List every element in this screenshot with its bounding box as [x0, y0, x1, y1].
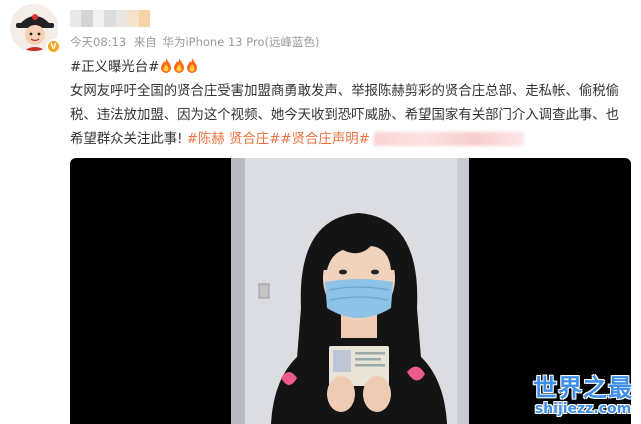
post-time[interactable]: 今天08:13: [70, 35, 126, 49]
hashtag-statement[interactable]: #贤合庄声明#: [280, 132, 369, 147]
post-meta: 今天08:13 来自 华为iPhone 13 Pro(远峰蓝色): [70, 34, 323, 50]
watermark-title: 世界之最: [533, 374, 633, 402]
hashtag-chenhe[interactable]: #陈赫 贤合庄#: [187, 132, 281, 147]
site-watermark: 世界之最 shijiezz.com: [533, 368, 633, 417]
post-text: #正义曝光台# 女网友呼吁全国的贤合庄受害加盟商勇敢发声、举报陈赫剪彩的贤合庄总…: [70, 56, 630, 152]
video-frame: [231, 158, 469, 424]
hashtag-topic[interactable]: #正义曝光台#: [70, 60, 159, 75]
fire-icon: [185, 58, 198, 75]
username-mosaic[interactable]: [70, 10, 150, 27]
post-device[interactable]: 华为iPhone 13 Pro(远峰蓝色): [162, 35, 319, 49]
blurred-link[interactable]: [374, 132, 525, 146]
watermark-url: shijiezz.com: [534, 401, 632, 417]
fire-icon: [172, 58, 185, 75]
verified-badge-icon: V: [46, 39, 61, 54]
fire-icon: [159, 58, 172, 75]
post-source-label: 来自: [133, 35, 157, 49]
